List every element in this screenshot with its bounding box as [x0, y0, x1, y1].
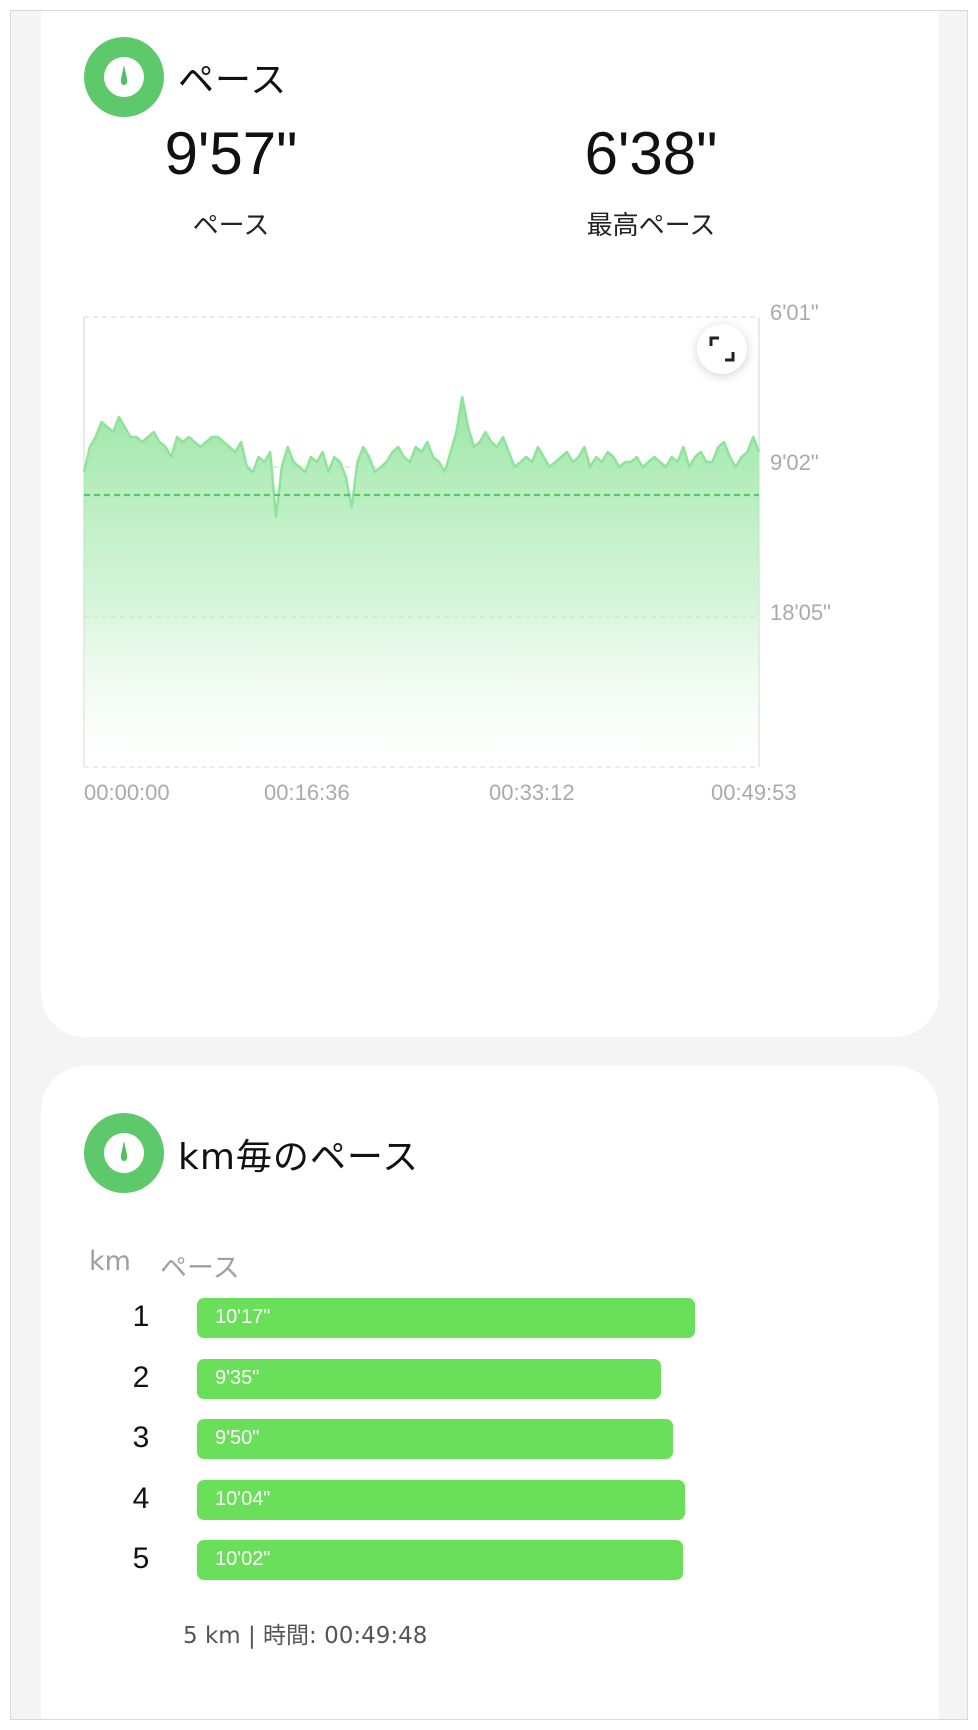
- km-number: 1: [132, 1300, 150, 1333]
- km-pace-row: 2 9'35": [41, 1358, 939, 1401]
- km-number: 2: [132, 1360, 150, 1394]
- pace-bar: 9'35": [197, 1358, 661, 1399]
- pace-bar-label: 9'35": [215, 1366, 260, 1389]
- km-number: 5: [132, 1542, 150, 1575]
- y-tick-label: 6'01": [770, 300, 819, 325]
- x-tick-label: 00:00:00: [84, 780, 170, 805]
- pace-card: ペース 9'57" ペース 6'38" 最高ペース 6'01" 9'02" 18…: [41, 11, 939, 1037]
- pace-bar-label: 10'17": [215, 1306, 271, 1328]
- screen: ペース 9'57" ペース 6'38" 最高ペース 6'01" 9'02" 18…: [10, 10, 968, 1720]
- pace-bar-label: 10'02": [215, 1548, 271, 1570]
- km-pace-row: 3 9'50": [41, 1419, 939, 1461]
- pace-bar: 10'02": [197, 1540, 683, 1580]
- expand-chart-button[interactable]: [697, 324, 747, 374]
- summary-text: 5 km | 時間: 00:49:48: [183, 1623, 428, 1649]
- x-tick-label: 00:16:36: [264, 780, 350, 805]
- x-tick-label: 00:33:12: [489, 780, 575, 805]
- km-pace-title: km毎のペース: [178, 1137, 420, 1178]
- column-header-pace: ペース: [160, 1253, 240, 1284]
- km-number: 3: [132, 1421, 150, 1454]
- km-pace-card: km毎のペース km ペース 1 10'17" 2 9'35" 3 9'50" 4 10'04…: [41, 1066, 939, 1719]
- column-header-km: km: [89, 1246, 131, 1277]
- pace-bar: 10'17": [197, 1298, 695, 1338]
- pace-bar: 9'50": [197, 1419, 673, 1459]
- y-tick-label: 9'02": [770, 450, 819, 475]
- pace-bar: 10'04": [197, 1479, 685, 1520]
- pace-bar-label: 9'50": [215, 1427, 260, 1449]
- km-pace-row: 4 10'04": [41, 1479, 939, 1522]
- km-pace-row: 5 10'02": [41, 1540, 939, 1582]
- y-tick-label: 18'05": [770, 600, 831, 625]
- km-pace-row: 1 10'17": [41, 1298, 939, 1340]
- pace-bar-label: 10'04": [215, 1487, 271, 1510]
- km-number: 4: [132, 1481, 150, 1515]
- expand-icon: [709, 336, 735, 362]
- pace-chart: [82, 316, 761, 768]
- x-tick-label: 00:49:53: [711, 780, 797, 805]
- pace-gauge-icon: [84, 1113, 164, 1193]
